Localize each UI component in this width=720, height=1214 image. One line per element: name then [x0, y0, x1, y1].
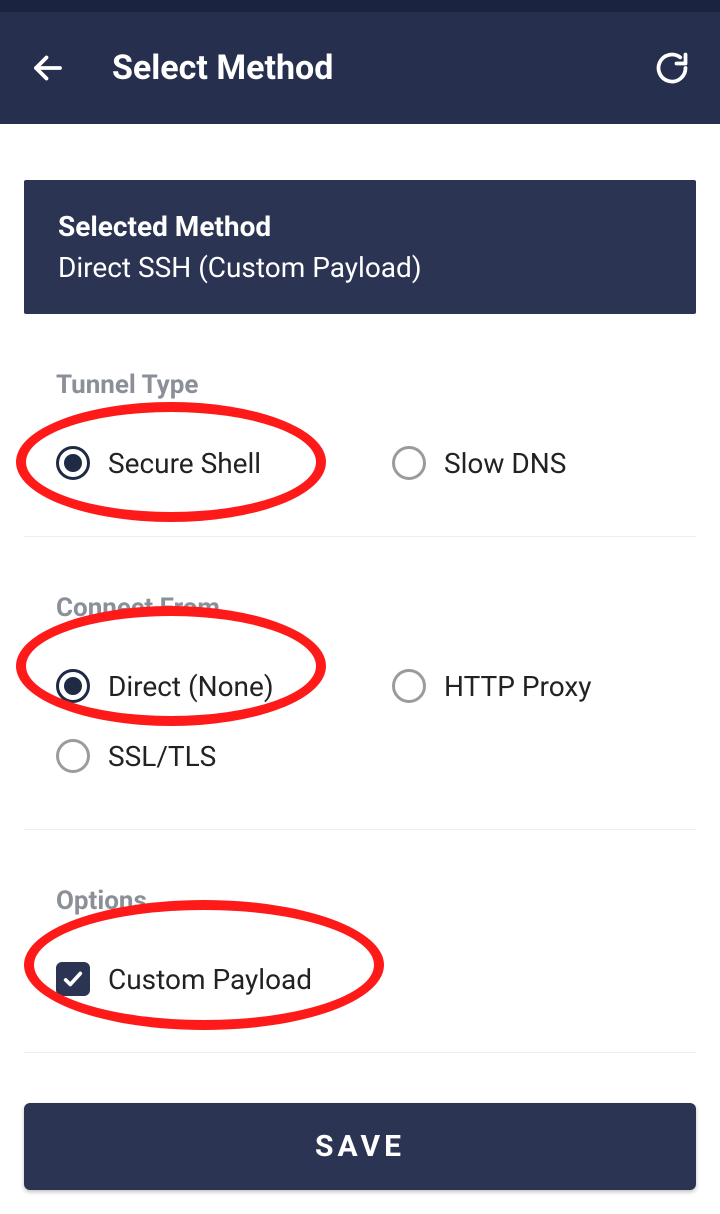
selected-method-value: Direct SSH (Custom Payload): [58, 251, 662, 284]
tunnel-type-section: Tunnel Type Secure Shell Slow DNS: [24, 370, 696, 537]
appbar: Select Method: [0, 12, 720, 124]
radio-icon: [392, 446, 426, 480]
page-content: Selected Method Direct SSH (Custom Paylo…: [0, 180, 720, 1214]
option-label: Direct (None): [108, 670, 274, 703]
option-label: Secure Shell: [108, 447, 261, 480]
radio-icon: [392, 669, 426, 703]
arrow-left-icon: [30, 50, 66, 86]
refresh-icon: [654, 50, 690, 86]
tunnel-type-secure-shell[interactable]: Secure Shell: [24, 428, 360, 498]
refresh-button[interactable]: [648, 44, 696, 92]
tunnel-type-slow-dns[interactable]: Slow DNS: [360, 428, 696, 498]
save-button[interactable]: SAVE: [24, 1103, 696, 1190]
option-label: HTTP Proxy: [444, 670, 592, 703]
option-custom-payload[interactable]: Custom Payload: [24, 944, 696, 1014]
options-section: Options Custom Payload: [24, 886, 696, 1053]
option-label: Slow DNS: [444, 447, 566, 480]
selected-method-title: Selected Method: [58, 210, 662, 243]
options-label: Options: [56, 886, 696, 916]
connect-from-label: Connect From: [56, 593, 696, 623]
selected-method-card: Selected Method Direct SSH (Custom Paylo…: [24, 180, 696, 314]
connect-from-http-proxy[interactable]: HTTP Proxy: [360, 651, 696, 721]
option-label: SSL/TLS: [108, 740, 216, 773]
connect-from-direct[interactable]: Direct (None): [24, 651, 360, 721]
connect-from-ssl-tls[interactable]: SSL/TLS: [24, 721, 696, 791]
connect-from-section: Connect From Direct (None) HTTP Proxy SS…: [24, 593, 696, 830]
radio-icon: [56, 739, 90, 773]
option-label: Custom Payload: [108, 963, 312, 996]
tunnel-type-label: Tunnel Type: [56, 370, 696, 400]
radio-icon: [56, 446, 90, 480]
status-bar: [0, 0, 720, 12]
back-button[interactable]: [24, 44, 72, 92]
checkbox-icon: [56, 962, 90, 996]
radio-icon: [56, 669, 90, 703]
page-title: Select Method: [72, 48, 648, 88]
